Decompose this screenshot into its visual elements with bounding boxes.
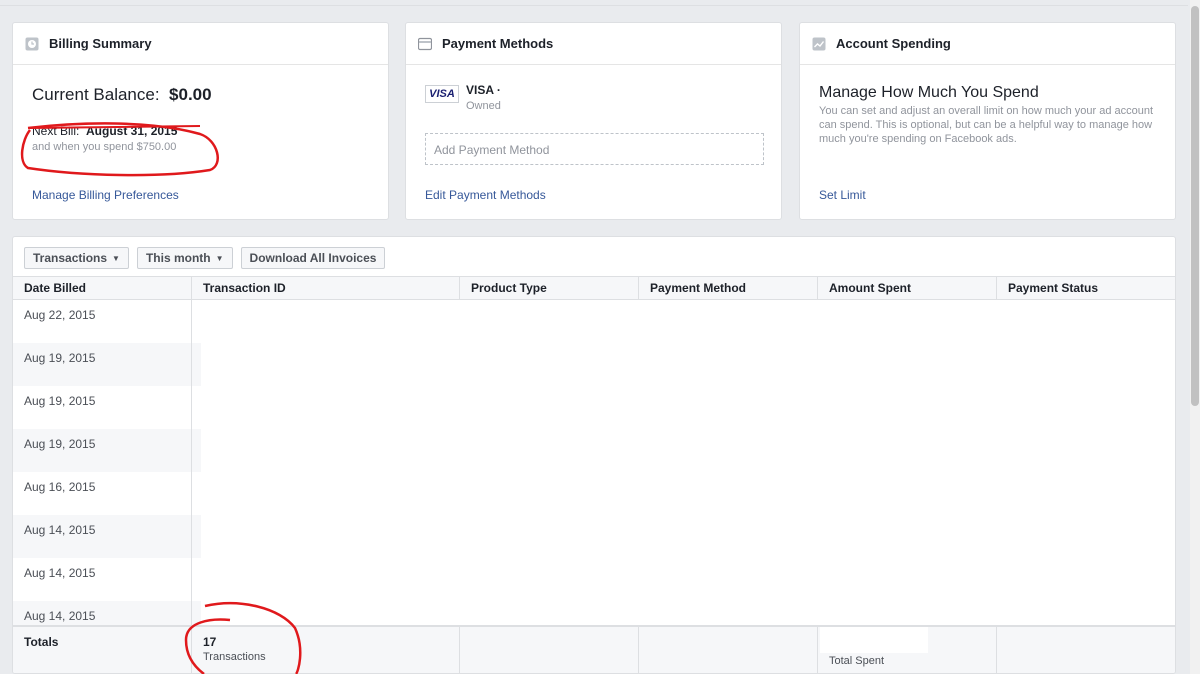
visa-card-icon: VISA [425, 85, 459, 103]
account-spending-card: Account Spending Manage How Much You Spe… [799, 22, 1176, 220]
table-row[interactable]: Aug 14, 2015 [13, 515, 201, 558]
edit-payment-methods-link[interactable]: Edit Payment Methods [425, 188, 546, 202]
table-body: Aug 22, 2015 Aug 19, 2015 Aug 19, 2015 A… [13, 300, 1175, 644]
account-spending-title: Account Spending [836, 36, 951, 51]
table-row[interactable]: Aug 19, 2015 [13, 429, 201, 472]
table-row[interactable]: Aug 14, 2015 [13, 558, 201, 601]
spending-description: You can set and adjust an overall limit … [819, 105, 1154, 145]
total-spent-label: Total Spent [829, 655, 885, 667]
table-row[interactable]: Aug 16, 2015 [13, 472, 201, 515]
column-header-date-billed[interactable]: Date Billed [13, 277, 192, 299]
payment-methods-title: Payment Methods [442, 36, 554, 51]
next-bill-date: August 31, 2015 [86, 124, 178, 138]
chart-icon [812, 37, 826, 51]
column-header-product-type[interactable]: Product Type [460, 277, 639, 299]
clock-icon [25, 37, 39, 51]
billing-summary-card: Billing Summary Current Balance: $0.00 N… [12, 22, 389, 220]
card-name: VISA · [466, 83, 501, 97]
balance-value: $0.00 [169, 85, 212, 104]
card-icon [417, 37, 433, 51]
spend-threshold: and when you spend $750.00 [32, 141, 177, 153]
column-header-amount-spent[interactable]: Amount Spent [818, 277, 997, 299]
scrollbar-thumb[interactable] [1191, 6, 1199, 406]
transactions-dropdown-label: Transactions [33, 251, 108, 265]
next-bill-label: Next Bill: [32, 124, 80, 138]
payment-methods-card: Payment Methods VISA VISA · Owned Add Pa… [405, 22, 782, 220]
table-header: Date Billed Transaction ID Product Type … [13, 276, 1175, 300]
totals-count: 17 [203, 635, 217, 649]
period-dropdown-label: This month [145, 251, 211, 265]
current-balance: Current Balance: $0.00 [32, 85, 212, 105]
transactions-dropdown[interactable]: Transactions ▼ [24, 247, 129, 269]
table-row[interactable]: Aug 19, 2015 [13, 386, 201, 429]
totals-label-cell: Totals [13, 627, 192, 673]
transactions-toolbar: Transactions ▼ This month ▼ Download All… [24, 247, 386, 269]
next-bill: Next Bill: August 31, 2015 [32, 124, 177, 138]
period-dropdown[interactable]: This month ▼ [136, 247, 233, 269]
column-divider [191, 300, 192, 630]
totals-status-cell [997, 627, 1175, 673]
totals-product-cell [460, 627, 639, 673]
caret-down-icon: ▼ [215, 253, 224, 263]
column-header-payment-status[interactable]: Payment Status [997, 277, 1175, 299]
column-header-payment-method[interactable]: Payment Method [639, 277, 818, 299]
totals-count-cell: 17 Transactions [192, 627, 460, 673]
spending-heading: Manage How Much You Spend [819, 84, 1039, 101]
totals-row: Totals 17 Transactions Total Spent [13, 625, 1175, 673]
add-payment-method-button[interactable]: Add Payment Method [425, 133, 764, 165]
page-scrollbar[interactable] [1190, 0, 1200, 674]
billing-summary-title: Billing Summary [49, 36, 152, 51]
account-spending-header: Account Spending [800, 23, 1175, 65]
balance-label: Current Balance: [32, 85, 160, 104]
billing-summary-header: Billing Summary [13, 23, 388, 65]
totals-label: Totals [24, 635, 59, 649]
column-header-transaction-id[interactable]: Transaction ID [192, 277, 460, 299]
card-status: Owned [466, 100, 501, 112]
set-limit-link[interactable]: Set Limit [819, 188, 866, 202]
totals-count-label: Transactions [203, 651, 266, 663]
totals-method-cell [639, 627, 818, 673]
manage-billing-preferences-link[interactable]: Manage Billing Preferences [32, 188, 179, 202]
table-row[interactable]: Aug 22, 2015 [13, 300, 201, 343]
top-bar [0, 0, 1188, 6]
download-invoices-button[interactable]: Download All Invoices [240, 247, 386, 269]
payment-methods-header: Payment Methods [406, 23, 781, 65]
table-row[interactable]: Aug 19, 2015 [13, 343, 201, 386]
caret-down-icon: ▼ [112, 253, 120, 263]
transactions-panel: Transactions ▼ This month ▼ Download All… [12, 236, 1176, 674]
redaction-box [820, 627, 928, 653]
